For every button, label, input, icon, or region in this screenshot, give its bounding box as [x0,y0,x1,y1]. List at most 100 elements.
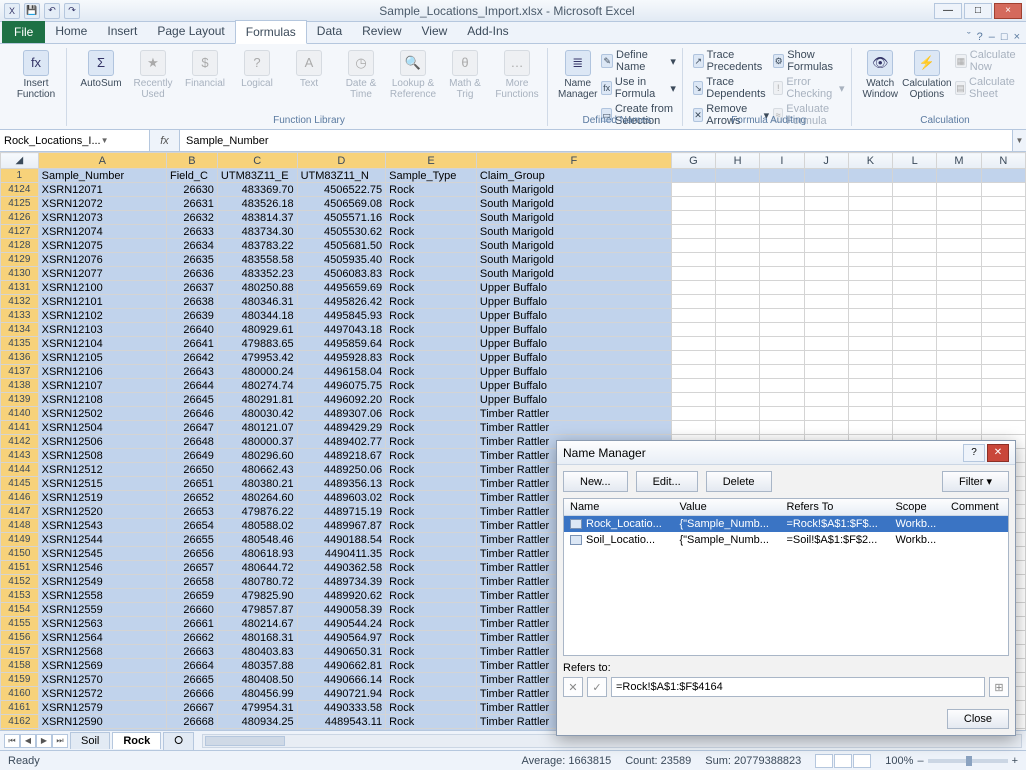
autosum-button[interactable]: ΣAutoSum [77,48,125,89]
undo-icon[interactable]: ↶ [44,3,60,19]
row-header[interactable]: 4159 [1,673,39,687]
zoom-slider[interactable] [928,759,1008,763]
header-cell[interactable]: Sample_Type [386,169,477,183]
data-row[interactable]: 4126XSRN1207326632483814.374505571.16Roc… [1,211,1026,225]
refers-cancel-button[interactable]: ✕ [563,677,583,697]
tab-review[interactable]: Review [352,20,411,43]
header-cell[interactable] [848,169,892,183]
row-header[interactable]: 4130 [1,267,39,281]
maximize-button[interactable]: □ [964,3,992,19]
refers-accept-button[interactable]: ✓ [587,677,607,697]
row-header[interactable]: 4134 [1,323,39,337]
nm-name-row[interactable]: Rock_Locatio...{"Sample_Numb...=Rock!$A$… [564,516,1008,533]
header-cell[interactable] [804,169,848,183]
lookup-button[interactable]: 🔍Lookup & Reference [389,48,437,100]
trace-dependents-button[interactable]: ↘Trace Dependents [693,75,769,101]
datetime-button[interactable]: ◷Date & Time [337,48,385,100]
nm-col-header[interactable]: Refers To [780,499,889,516]
header-cell[interactable]: UTM83Z11_N [297,169,386,183]
row-header[interactable]: 4144 [1,463,39,477]
data-row[interactable]: 4141XSRN1250426647480121.074489429.29Roc… [1,421,1026,435]
row-header[interactable]: 4127 [1,225,39,239]
column-header-M[interactable]: M [937,153,981,169]
row-header[interactable]: 4160 [1,687,39,701]
nm-col-header[interactable]: Name [564,499,673,516]
data-row[interactable]: 4134XSRN1210326640480929.614497043.18Roc… [1,323,1026,337]
name-box[interactable]: Rock_Locations_I...▼ [0,130,150,151]
sheet-tab-rock[interactable]: Rock [112,732,161,749]
nm-col-header[interactable]: Comment [945,499,1008,516]
error-checking-button[interactable]: !Error Checking ▾ [773,75,844,101]
data-row[interactable]: 4135XSRN1210426641479883.654495859.64Roc… [1,337,1026,351]
column-header-C[interactable]: C [217,153,297,169]
sheet-nav-first[interactable]: ⏮ [4,734,20,748]
header-cell[interactable]: Claim_Group [476,169,671,183]
data-row[interactable]: 4129XSRN1207626635483558.584505935.40Roc… [1,253,1026,267]
logical-button[interactable]: ?Logical [233,48,281,89]
data-row[interactable]: 4130XSRN1207726636483352.234506083.83Roc… [1,267,1026,281]
fx-button[interactable]: fx [150,130,180,151]
use-in-formula-button[interactable]: fxUse in Formula ▾ [601,75,675,101]
calculation-options-button[interactable]: ⚡Calculation Options [903,48,951,100]
row-header[interactable]: 4131 [1,281,39,295]
row-header[interactable]: 4126 [1,211,39,225]
row-header[interactable]: 4124 [1,183,39,197]
row-header[interactable]: 1 [1,169,39,183]
redo-icon[interactable]: ↷ [64,3,80,19]
row-header[interactable]: 4143 [1,449,39,463]
tab-view[interactable]: View [412,20,458,43]
trace-precedents-button[interactable]: ↗Trace Precedents [693,48,769,74]
formula-input[interactable]: Sample_Number [180,130,1012,151]
row-header[interactable]: 4145 [1,477,39,491]
select-all-button[interactable]: ◢ [1,153,39,169]
row-header[interactable]: 4157 [1,645,39,659]
header-cell[interactable] [716,169,760,183]
text-button[interactable]: AText [285,48,333,89]
row-header[interactable]: 4132 [1,295,39,309]
data-row[interactable]: 4133XSRN1210226639480344.184495845.93Roc… [1,309,1026,323]
math-button[interactable]: θMath & Trig [441,48,489,100]
zoom-in-button[interactable]: + [1012,755,1018,767]
dialog-help-button[interactable]: ? [963,444,985,462]
name-manager-button[interactable]: ≣Name Manager [558,48,597,100]
row-header[interactable]: 4156 [1,631,39,645]
row-header[interactable]: 4140 [1,407,39,421]
zoom-out-button[interactable]: – [917,755,923,767]
data-row[interactable]: 4136XSRN1210526642479953.424495928.83Roc… [1,351,1026,365]
data-row[interactable]: 4132XSRN1210126638480346.314495826.42Roc… [1,295,1026,309]
row-header[interactable]: 4154 [1,603,39,617]
header-cell[interactable]: Sample_Number [38,169,166,183]
tab-add-ins[interactable]: Add-Ins [457,20,518,43]
column-header-G[interactable]: G [671,153,715,169]
row-header[interactable]: 4158 [1,659,39,673]
row-header[interactable]: 4135 [1,337,39,351]
doc-restore-icon[interactable]: □ [1001,31,1008,43]
header-cell[interactable] [760,169,804,183]
data-row[interactable]: 4124XSRN1207126630483369.704506522.75Roc… [1,183,1026,197]
refers-to-input[interactable] [611,677,985,697]
normal-view-button[interactable] [815,754,833,768]
header-cell[interactable]: Field_C [167,169,218,183]
row-header[interactable]: 4141 [1,421,39,435]
column-header-J[interactable]: J [804,153,848,169]
show-formulas-button[interactable]: ⚙Show Formulas [773,48,844,74]
header-cell[interactable] [937,169,981,183]
row-header[interactable]: 4161 [1,701,39,715]
data-row[interactable]: 4139XSRN1210826645480291.814496092.20Roc… [1,393,1026,407]
watch-window-button[interactable]: 👁Watch Window [862,48,899,100]
header-cell[interactable] [893,169,937,183]
row-header[interactable]: 4139 [1,393,39,407]
refers-range-picker-button[interactable]: ⊞ [989,677,1009,697]
close-button[interactable]: × [994,3,1022,19]
nm-filter-button[interactable]: Filter ▾ [942,471,1009,492]
nm-name-list[interactable]: NameValueRefers ToScopeCommentRock_Locat… [563,498,1009,656]
doc-close-icon[interactable]: × [1014,31,1020,43]
page-break-view-button[interactable] [853,754,871,768]
save-icon[interactable]: 💾 [24,3,40,19]
header-cell[interactable] [671,169,715,183]
row-header[interactable]: 4153 [1,589,39,603]
dialog-titlebar[interactable]: Name Manager ? ✕ [557,441,1015,465]
tab-home[interactable]: Home [45,20,97,43]
row-header[interactable]: 4138 [1,379,39,393]
column-header-A[interactable]: A [38,153,166,169]
